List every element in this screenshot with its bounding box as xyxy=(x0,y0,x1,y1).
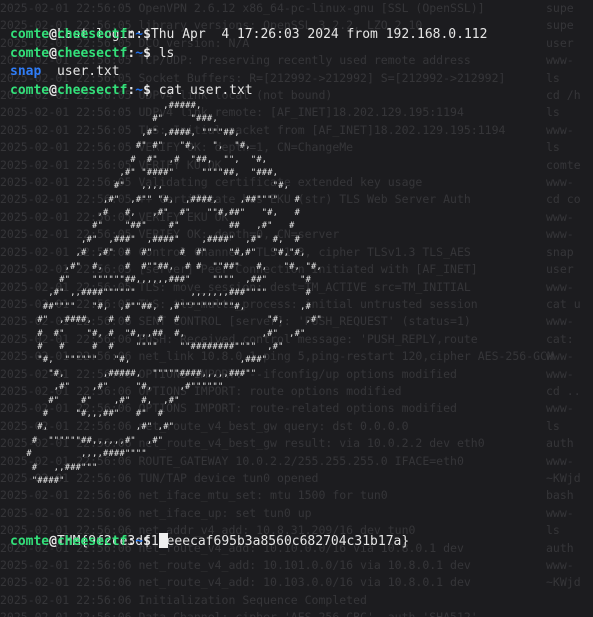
prompt-host: cheesectf xyxy=(56,27,128,43)
command-ls: ls xyxy=(158,45,175,61)
ascii-art-line: "#, ,#####, """""####,,,,,###"" xyxy=(10,368,257,379)
prompt-line-3: comte@cheesectf:~$ cat user.txt xyxy=(10,82,588,100)
ghost-log-line: 2025-02-01 22:56:06 net_route_v4_add: 10… xyxy=(0,575,471,590)
ls-dir-entry: snap xyxy=(10,64,42,80)
ascii-art-line: # ,,###""" xyxy=(10,462,98,473)
command-cat: cat user.txt xyxy=(158,82,253,98)
ghost-log-line: 2025-02-01 22:56:06 Initialization Seque… xyxy=(0,592,367,607)
ghost-log-line: 2025-02-01 22:56:06 net_route_v4_add: 10… xyxy=(0,558,471,572)
ghost-history-line: ~KWjd xyxy=(546,575,581,590)
prompt-host: cheesectf xyxy=(56,533,128,549)
ascii-art-line: ,#" "####" """"##, "###, xyxy=(10,167,279,178)
ascii-art-line: ,#" ,####, """"##, xyxy=(10,127,240,138)
prompt-at: @ xyxy=(49,27,57,43)
prompt-user: comte xyxy=(10,533,50,549)
terminal-output[interactable]: Last login: Thu Apr 4 17:26:03 2024 from… xyxy=(10,8,588,551)
ascii-art-line: ##"""" "#, ,#""##, ,#""""""""""#, ,# xyxy=(10,301,312,312)
prompt-dollar: $ xyxy=(143,82,151,98)
prompt-user: comte xyxy=(10,45,50,61)
ascii-art-line: ,#" ,###" ,####" ,####" ,#" #, # xyxy=(10,234,301,245)
ls-output-line: snap user.txt xyxy=(10,63,588,81)
ascii-art-line: ,#" ,#"" "#, ,####, ,##"""" # xyxy=(10,194,301,205)
prompt-path: ~ xyxy=(135,533,144,549)
ascii-art-line: "#, """""" "#, ,###" xyxy=(10,355,268,366)
prompt-at: @ xyxy=(49,45,57,61)
ascii-art-line: #" """"""##,,,,,,###" """" ,##" "# xyxy=(10,275,312,286)
terminal-window[interactable]: 2025-02-01 22:56:05 OpenVPN 2.6.12 x86_6… xyxy=(0,0,593,617)
ascii-art-line: #, ,#" ,#" xyxy=(10,422,175,433)
prompt-host: cheesectf xyxy=(56,82,128,98)
ascii-art-line: #" "###, xyxy=(10,114,219,125)
ascii-art-line: # ,,,,####"""" xyxy=(10,449,147,460)
prompt-at: @ xyxy=(49,82,57,98)
ascii-art-line: ,#" #, # #""##, # # ""##" #, "#, "#, xyxy=(10,261,323,272)
flag-line: THM{9f2ce3df1beeecaf695b3a8560c682704c31… xyxy=(10,514,588,549)
blank-gap xyxy=(10,488,588,514)
prompt-path: ~ xyxy=(135,45,144,61)
ascii-art-line: ,#####, xyxy=(10,100,202,111)
prompt-at: @ xyxy=(49,533,57,549)
ghost-history-line: www- xyxy=(546,558,574,572)
prompt-line-2: comte@cheesectf:~$ ls xyxy=(10,45,588,63)
ascii-art-line: #" "##" #" ## ,#" # xyxy=(10,221,295,232)
prompt-dollar: $ xyxy=(143,27,151,43)
ascii-art-line: ,# ,#" # #" # #" "#,#" "#,"#, xyxy=(10,248,306,259)
ascii-art-line: #" ,,,, "#, xyxy=(10,181,290,192)
ascii-art-line: # "#,,,##" #" # xyxy=(10,408,164,419)
prompt-path: ~ xyxy=(135,27,144,43)
last-login-line: Last login: Thu Apr 4 17:26:03 2024 from… xyxy=(10,8,588,42)
ascii-art-line: #" #" ,#" #, ,#" xyxy=(10,395,180,406)
ascii-art-line: # #" ,# "##, "", "#, xyxy=(10,154,268,165)
prompt-user: comte xyxy=(10,82,50,98)
ascii-art-line: ,#" ,,####"""""" ,,,,,,,###"""" # xyxy=(10,288,312,299)
prompt-user: comte xyxy=(10,27,50,43)
ascii-art-line: #" #" "#, ", "#, xyxy=(10,141,251,152)
prompt-path: ~ xyxy=(135,82,144,98)
prompt-host: cheesectf xyxy=(56,45,128,61)
ls-file-entry: user.txt xyxy=(56,64,120,80)
prompt-dollar: $ xyxy=(143,45,151,61)
text-cursor[interactable] xyxy=(158,532,168,548)
ascii-art-line: ,# #, ,#" #" ""#,##" "#, # xyxy=(10,208,301,219)
ascii-art-line: ,#" ,#" "#, ,#"""""" xyxy=(10,382,224,393)
prompt-dollar: $ xyxy=(143,533,151,549)
ascii-art-line: # """"""##,,,,,,#" ,#" xyxy=(10,435,164,446)
ghost-log-line: 2025-02-01 22:56:06 Data Channel: cipher… xyxy=(0,609,593,617)
ascii-art-line: # # # # """" ""########"""" ,#" xyxy=(10,341,284,352)
ascii-art-line: # #" "#, # "#,,,## #, ,#" ,#" xyxy=(10,328,306,339)
ascii-art-line: "####" xyxy=(10,475,65,486)
ascii-art-logo: ,#####, #" "###, ,#" ,####, """"##, #" #… xyxy=(10,100,588,488)
ascii-art-line: #" ,####, # # # # "#, ,#" xyxy=(10,315,323,326)
